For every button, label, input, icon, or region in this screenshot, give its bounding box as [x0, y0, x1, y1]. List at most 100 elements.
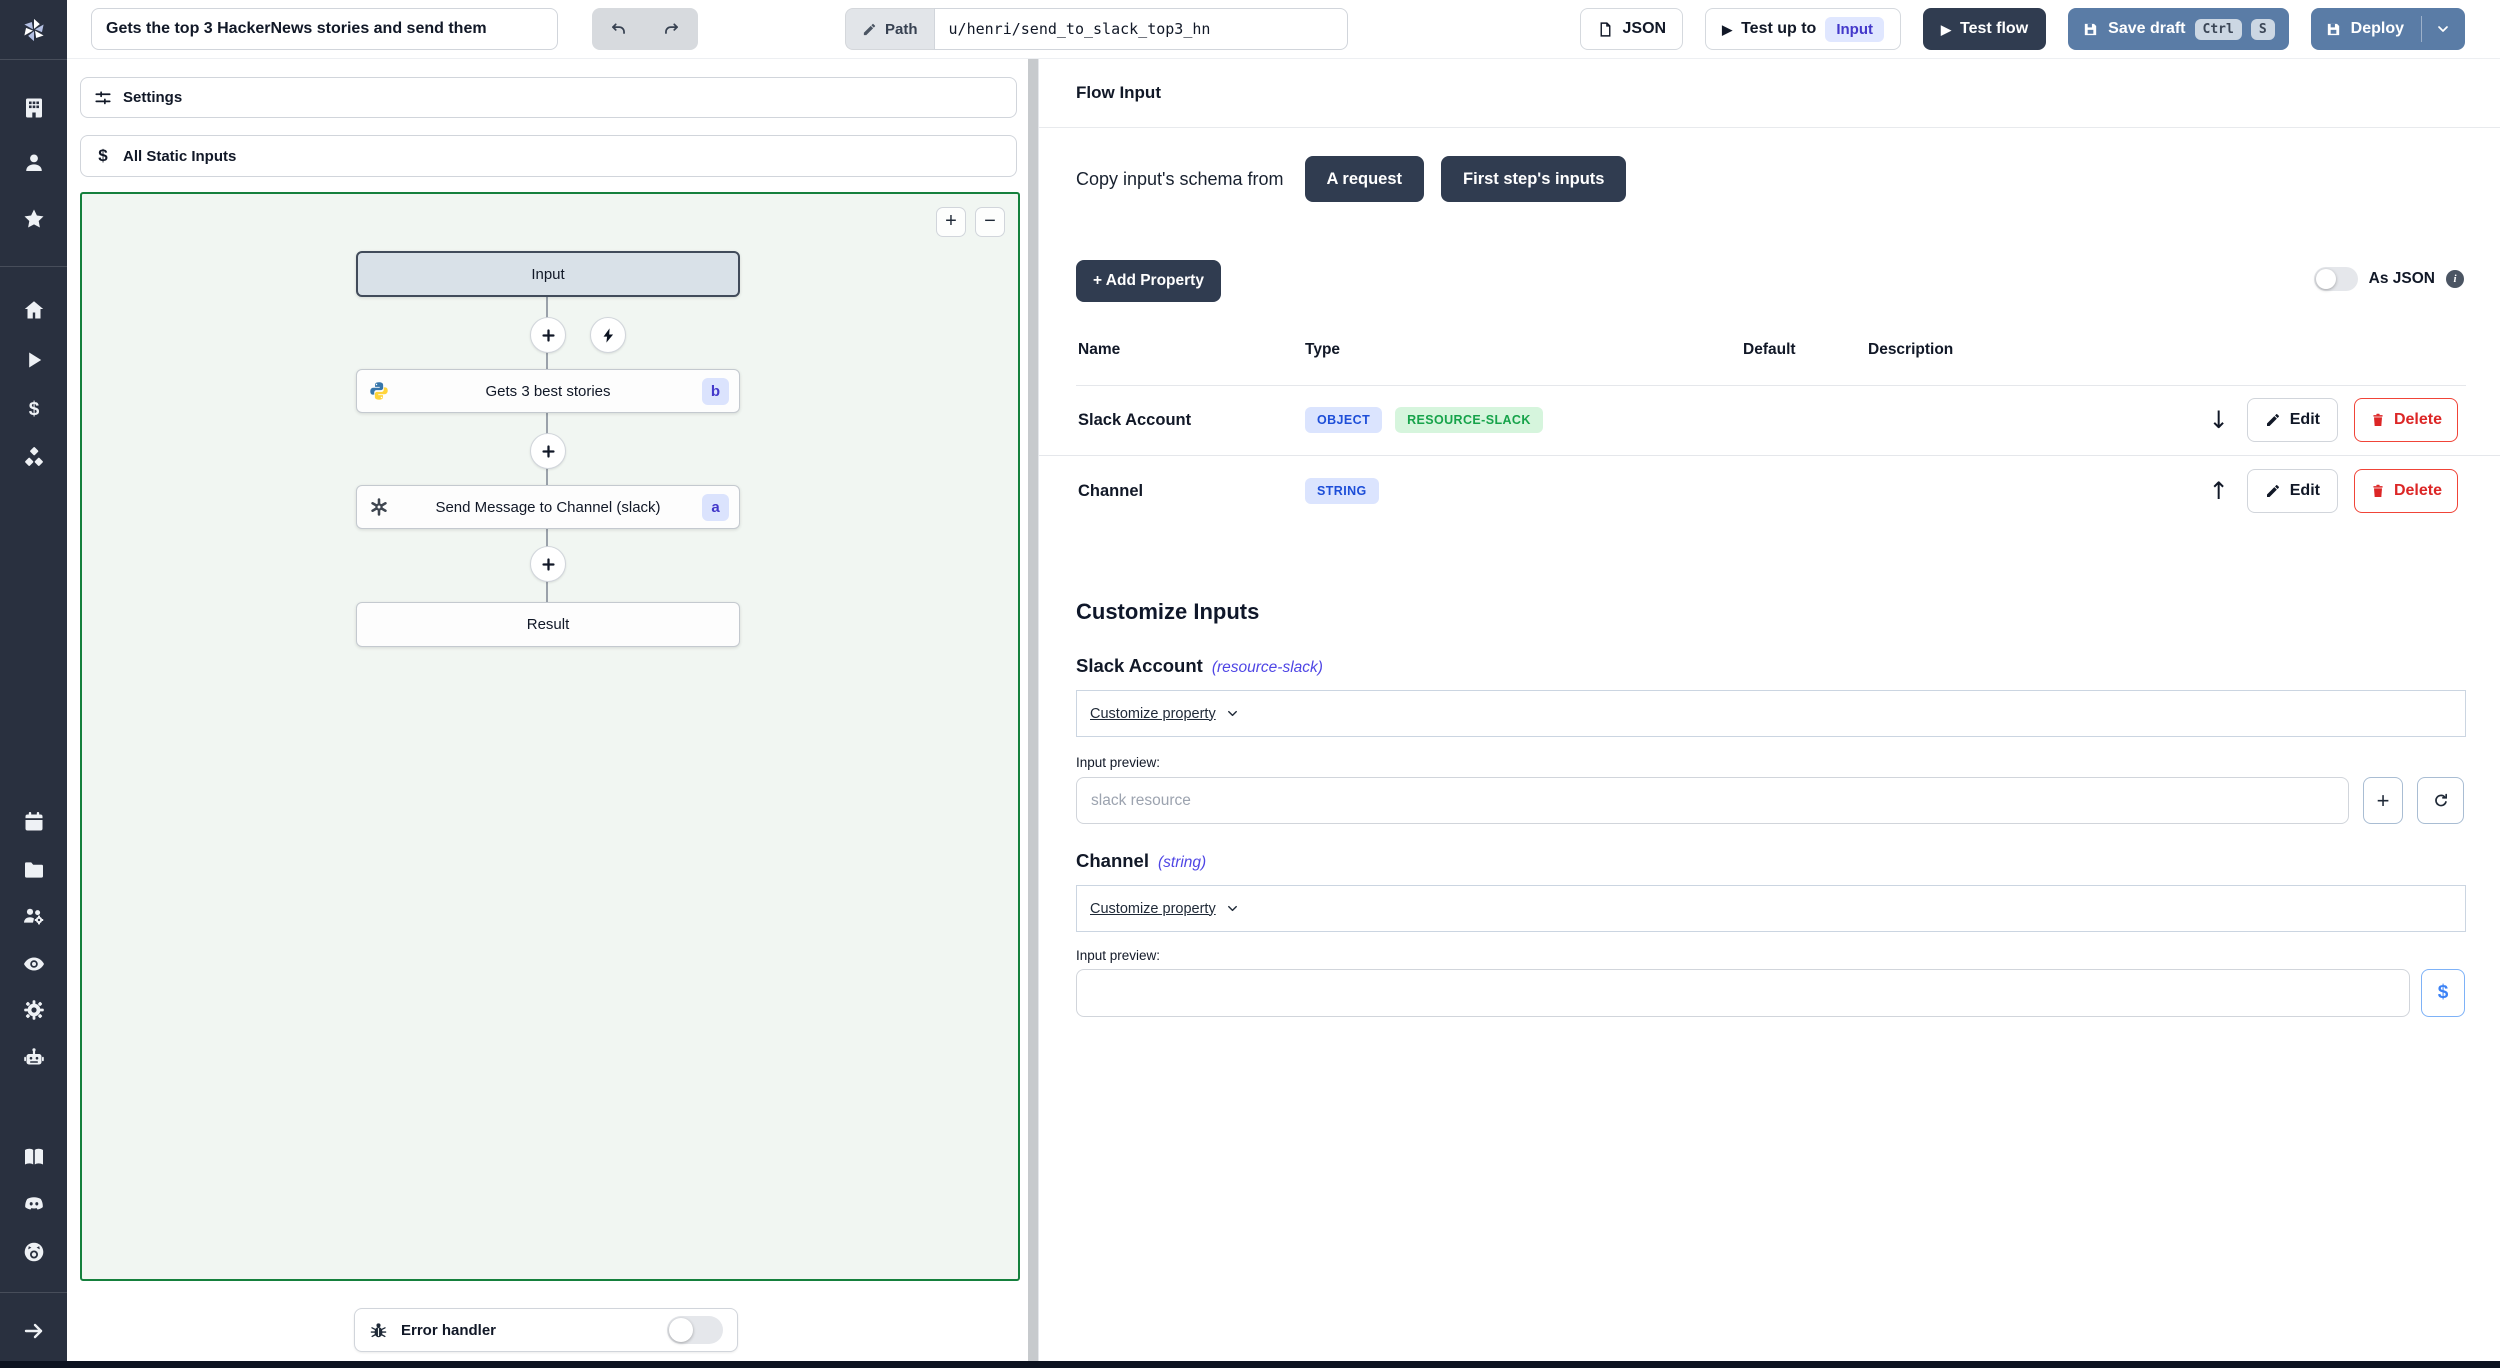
sidebar-item-variables[interactable]: $	[0, 392, 67, 426]
save-icon	[2327, 23, 2339, 35]
test-up-to-button[interactable]: ▶ Test up to Input	[1705, 8, 1901, 50]
move-down-icon[interactable]: ↓	[2207, 408, 2231, 432]
flow-input-panel: Flow Input Copy input's schema from A re…	[1038, 59, 2500, 1361]
flow-node-step-a[interactable]: Send Message to Channel (slack) a	[356, 485, 740, 529]
all-static-inputs-bar[interactable]: $ All Static Inputs	[80, 135, 1017, 177]
save-icon	[2084, 23, 2097, 35]
variable-picker-button[interactable]: $	[2421, 969, 2465, 1017]
as-json-cluster: As JSON i	[2313, 267, 2464, 291]
path-label: Path	[885, 20, 918, 38]
sidebar-item-schedules[interactable]	[0, 805, 67, 839]
path-input[interactable]	[933, 8, 1348, 50]
panel-scrollbar[interactable]	[1028, 59, 1038, 1361]
customize-property-dropdown[interactable]: Customize property	[1076, 885, 2466, 932]
sidebar-item-settings[interactable]	[0, 993, 67, 1027]
delete-button[interactable]: Delete	[2353, 469, 2458, 513]
flow-title-input[interactable]	[91, 8, 558, 50]
field-name: Slack Account	[1076, 655, 1203, 676]
input-preview-label: Input preview:	[1076, 948, 1161, 963]
undo-button[interactable]	[592, 8, 645, 50]
expand-sidebar-arrow-icon[interactable]	[0, 1314, 67, 1348]
test-flow-label: Test flow	[1959, 20, 2029, 37]
file-icon	[1600, 21, 1610, 37]
insert-step-button[interactable]	[530, 433, 566, 469]
sidebar-divider	[0, 266, 67, 267]
sidebar-item-workers[interactable]	[0, 899, 67, 933]
lightning-bolt-icon	[603, 327, 613, 343]
edit-button[interactable]: Edit	[2246, 398, 2338, 442]
slack-resource-input[interactable]	[1076, 777, 2349, 824]
windmill-logo-icon[interactable]	[0, 0, 67, 59]
copy-from-first-step-button[interactable]: First step's inputs	[1441, 156, 1627, 202]
add-property-button[interactable]: + Add Property	[1076, 260, 1221, 302]
path-badge[interactable]: Path	[845, 8, 934, 50]
flow-node-input[interactable]: Input	[356, 251, 740, 297]
as-json-toggle[interactable]	[2313, 267, 2358, 291]
sidebar-divider	[0, 59, 67, 60]
channel-input[interactable]	[1076, 969, 2410, 1017]
refresh-icon	[2434, 793, 2447, 806]
sidebar-item-discord[interactable]	[0, 1187, 67, 1221]
trash-icon	[2373, 413, 2383, 426]
customize-property-label[interactable]: Customize property	[1090, 706, 1216, 722]
flow-node-result[interactable]: Result	[356, 602, 740, 647]
sidebar-item-home[interactable]	[0, 293, 67, 327]
refresh-button[interactable]	[2417, 777, 2464, 824]
deploy-label: Deploy	[2350, 20, 2404, 37]
deploy-button[interactable]: Deploy	[2310, 8, 2465, 50]
test-up-to-target-badge[interactable]: Input	[1825, 16, 1884, 42]
flow-canvas[interactable]: + − Input Gets 3 best stories b Send Mes…	[80, 192, 1020, 1281]
insert-step-button[interactable]	[530, 546, 566, 582]
property-name: Slack Account	[1078, 410, 1192, 429]
flow-settings-bar[interactable]: Settings	[80, 77, 1017, 118]
edit-button[interactable]: Edit	[2246, 469, 2338, 513]
undo-redo-group	[592, 8, 698, 50]
error-handler-toggle[interactable]	[667, 1316, 723, 1344]
flow-node-step-b-id-badge: b	[702, 377, 729, 405]
customize-property-label[interactable]: Customize property	[1090, 901, 1216, 917]
sidebar-item-user[interactable]	[0, 146, 67, 180]
json-button[interactable]: JSON	[1579, 8, 1684, 50]
sidebar-item-runs[interactable]	[0, 343, 67, 377]
sidebar-item-folders[interactable]	[0, 853, 67, 887]
flow-input-header: Flow Input	[1039, 59, 2500, 128]
pencil-icon	[2266, 414, 2279, 426]
test-flow-button[interactable]: ▶ Test flow	[1922, 8, 2047, 50]
delete-button[interactable]: Delete	[2353, 398, 2458, 442]
flow-node-step-b[interactable]: Gets 3 best stories b	[356, 369, 740, 413]
pencil-icon	[2266, 485, 2279, 497]
sidebar-item-workspace[interactable]	[0, 91, 67, 125]
error-handler-bar[interactable]: Error handler	[354, 1308, 738, 1352]
copy-schema-label: Copy input's schema from	[1076, 168, 1284, 189]
field-heading-slack-account: Slack Account (resource-slack)	[1076, 655, 1323, 677]
copy-schema-row: Copy input's schema from A request First…	[1076, 156, 1627, 202]
save-draft-label: Save draft	[2108, 20, 2186, 37]
kbd-s: S	[2250, 18, 2275, 40]
add-resource-button[interactable]: +	[2363, 777, 2403, 824]
type-badge-string: STRING	[1305, 478, 1379, 504]
sidebar-item-docs[interactable]	[0, 1140, 67, 1174]
add-trigger-button[interactable]	[590, 317, 626, 353]
sidebar-item-ai[interactable]	[0, 1041, 67, 1075]
info-icon[interactable]: i	[2446, 270, 2464, 288]
sidebar-item-resources[interactable]	[0, 441, 67, 475]
chevron-down-icon[interactable]	[2435, 21, 2451, 37]
sidebar-item-audit-logs[interactable]	[0, 947, 67, 981]
redo-button[interactable]	[645, 8, 698, 50]
insert-step-button[interactable]	[530, 317, 566, 353]
sidebar-item-github[interactable]	[0, 1235, 67, 1269]
delete-button-label: Delete	[2393, 411, 2442, 428]
save-draft-button[interactable]: Save draft Ctrl S	[2068, 8, 2289, 50]
zoom-out-button[interactable]: −	[975, 207, 1005, 237]
column-header-description: Description	[1868, 341, 1954, 358]
copy-from-request-button[interactable]: A request	[1304, 156, 1425, 202]
customize-inputs-title: Customize Inputs	[1076, 599, 1260, 624]
move-up-icon[interactable]: ↑	[2207, 479, 2231, 503]
plus-icon	[541, 328, 555, 342]
sidebar-item-favorites[interactable]	[0, 202, 67, 236]
zoom-in-button[interactable]: +	[936, 207, 966, 237]
bottom-edge-strip	[0, 1361, 2500, 1368]
flow-node-step-a-id-badge: a	[702, 493, 729, 521]
customize-property-dropdown[interactable]: Customize property	[1076, 690, 2466, 737]
settings-bar-label: Settings	[123, 89, 183, 106]
